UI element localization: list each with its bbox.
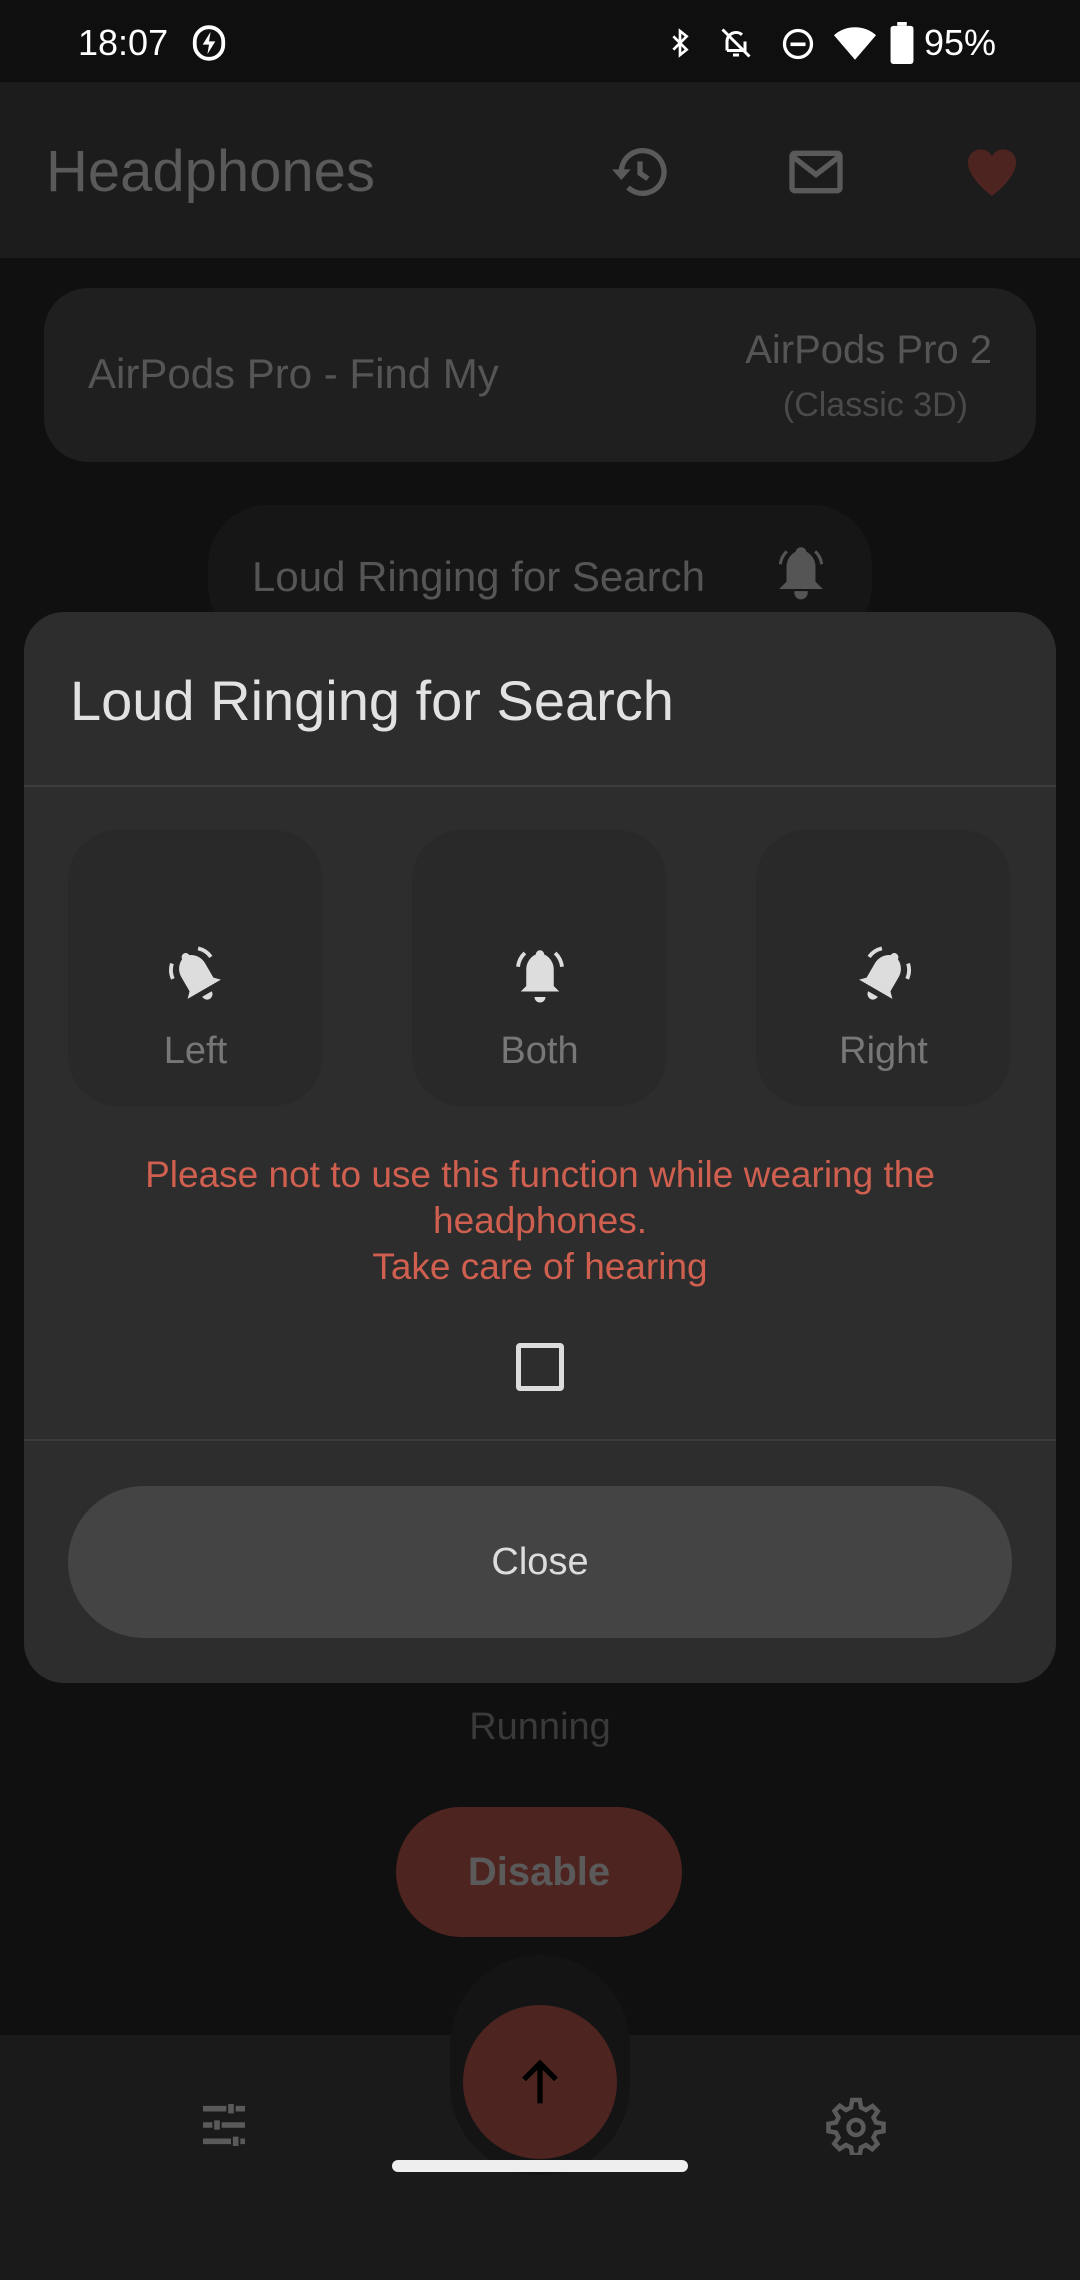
tune-icon[interactable] (196, 2097, 252, 2153)
mail-icon[interactable] (784, 140, 848, 204)
bell-both-icon (515, 950, 564, 1003)
device-variant: (Classic 3D) (782, 386, 968, 424)
warning-line: Please not to use this function while we… (145, 1154, 935, 1241)
ring-both-button[interactable]: Both (412, 830, 667, 1106)
page-title: Headphones (46, 139, 375, 204)
bell-right-icon (858, 946, 911, 1000)
battery-icon (890, 22, 914, 64)
bell-left-icon (168, 946, 221, 1000)
ring-right-button[interactable]: Right (756, 830, 1011, 1106)
pill-label: Loud Ringing for Search (252, 553, 705, 600)
settings-gear-icon[interactable] (826, 2095, 886, 2155)
device-name: AirPods Pro - Find My (88, 350, 499, 397)
charging-icon (192, 25, 226, 61)
arrow-up-icon (522, 2059, 558, 2104)
device-model: AirPods Pro 2 (745, 328, 992, 372)
history-icon[interactable] (608, 140, 672, 204)
disable-label: Disable (467, 1849, 611, 1894)
acknowledge-checkbox[interactable] (516, 1343, 564, 1391)
option-label: Right (839, 1030, 928, 1072)
option-label: Left (163, 1030, 228, 1072)
bluetooth-icon (672, 28, 689, 58)
do-not-disturb-icon (782, 28, 814, 60)
heart-icon[interactable] (960, 140, 1024, 204)
notifications-off-icon (721, 28, 751, 58)
battery-percent: 95% (924, 22, 997, 63)
close-button[interactable]: Close (68, 1486, 1012, 1638)
hearing-warning: Please not to use this function while we… (64, 1152, 1016, 1290)
warning-line: Take care of hearing (372, 1246, 708, 1287)
option-label: Both (500, 1030, 579, 1072)
service-status: Running (469, 1706, 611, 1748)
home-indicator[interactable] (392, 2160, 688, 2172)
divider (24, 785, 1056, 787)
divider (24, 1439, 1056, 1441)
device-card[interactable]: AirPods Pro - Find My AirPods Pro 2 (Cla… (44, 288, 1036, 462)
loud-ringing-dialog: Loud Ringing for Search Left Both Right … (24, 612, 1056, 1683)
wifi-icon (834, 27, 876, 60)
ring-left-button[interactable]: Left (68, 830, 323, 1106)
dialog-title: Loud Ringing for Search (70, 669, 674, 732)
status-bar: 18:07 95% (0, 0, 1080, 82)
disable-button[interactable]: Disable (396, 1807, 682, 1937)
status-time: 18:07 (78, 22, 169, 63)
bell-ringing-icon (778, 547, 824, 600)
app-bar: Headphones (0, 82, 1080, 258)
scroll-up-fab[interactable] (463, 2005, 617, 2159)
